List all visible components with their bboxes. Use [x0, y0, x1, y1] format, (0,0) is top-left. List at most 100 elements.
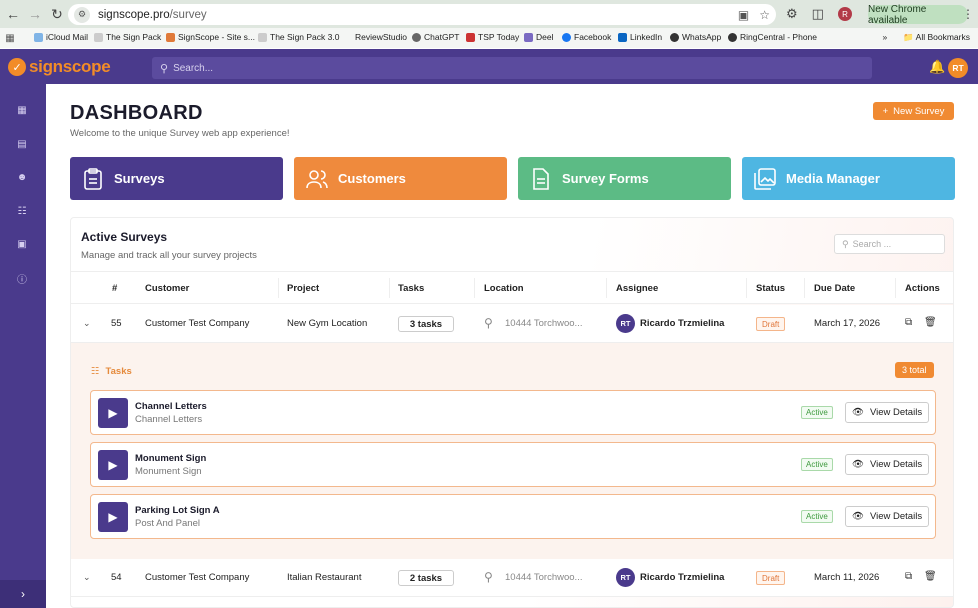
bookmark-item[interactable]: iCloud Mail — [34, 32, 88, 42]
play-icon[interactable]: ▶ — [98, 398, 128, 428]
bookmark-star-icon[interactable]: ☆ — [759, 8, 770, 22]
user-avatar[interactable]: RT — [948, 58, 968, 78]
survey-search-input[interactable]: ⚲ Search ... — [834, 234, 945, 254]
trash-icon[interactable]: 🗑 — [924, 317, 937, 328]
collapse-chevron-icon[interactable]: ⌄ — [83, 318, 91, 329]
bookmark-item[interactable]: The Sign Pack 3.0 — [258, 32, 339, 42]
clipboard-icon[interactable]: ▤ — [15, 137, 29, 151]
document-icon[interactable]: ☷ — [15, 204, 29, 218]
users-icon[interactable]: ☻ — [15, 170, 29, 184]
status-badge: Active — [801, 406, 833, 419]
dashboard-grid-icon[interactable]: ▦ — [15, 103, 29, 117]
row-due-date: March 17, 2026 — [814, 318, 881, 329]
tile-media-manager[interactable]: Media Manager — [742, 157, 955, 200]
linkedin-icon — [618, 32, 627, 42]
cloud-icon — [34, 32, 43, 42]
task-type: Channel Letters — [135, 414, 203, 425]
table-row[interactable]: ⌄ 55 Customer Test Company New Gym Locat… — [71, 305, 953, 343]
col-number[interactable]: # — [112, 283, 117, 294]
col-location[interactable]: Location — [484, 283, 524, 294]
ringcentral-icon — [728, 32, 737, 42]
expand-sidebar-chevron-icon[interactable]: › — [0, 580, 46, 608]
bookmark-item[interactable]: SignScope - Site s... — [166, 32, 255, 42]
more-bookmarks-icon[interactable]: » — [882, 32, 887, 43]
view-details-button[interactable]: 👁 View Details — [845, 454, 929, 475]
app-logo[interactable]: ✓ signscope — [8, 57, 111, 77]
col-tasks[interactable]: Tasks — [398, 283, 424, 294]
row-id: 54 — [111, 572, 122, 583]
eye-icon: 👁 — [851, 407, 864, 418]
tile-surveys[interactable]: Surveys — [70, 157, 283, 200]
task-card[interactable]: ▶ Monument Sign Monument Sign Active 👁 V… — [90, 442, 936, 487]
bookmark-item[interactable]: ReviewStudio — [355, 32, 407, 42]
active-surveys-card: Active Surveys Manage and track all your… — [70, 217, 954, 608]
table-row[interactable]: ⌄ 54 Customer Test Company Italian Resta… — [71, 559, 953, 597]
row-location: 10444 Torchwoo... — [505, 572, 583, 583]
status-badge: Active — [801, 458, 833, 471]
tasks-total-badge: 3 total — [895, 362, 934, 378]
search-icon: ⚲ — [842, 238, 849, 249]
gallery-icon[interactable]: ▣ — [15, 237, 29, 251]
task-card[interactable]: ▶ Channel Letters Channel Letters Active… — [90, 390, 936, 435]
new-chrome-button[interactable]: New Chrome available — [868, 4, 968, 26]
global-search-input[interactable]: ⚲ Search... — [152, 57, 872, 79]
eye-icon: 👁 — [851, 511, 864, 522]
bookmark-item[interactable]: WhatsApp — [670, 32, 721, 42]
document-icon: ☷ — [91, 366, 100, 377]
bookmark-item[interactable]: Deel — [524, 32, 553, 42]
all-bookmarks[interactable]: 📁 All Bookmarks — [903, 32, 970, 43]
col-status[interactable]: Status — [756, 283, 785, 294]
row-assignee: Ricardo Trzmielina — [640, 318, 725, 329]
bookmark-item[interactable]: Facebook — [562, 32, 611, 42]
search-icon: ⚲ — [160, 62, 169, 75]
side-panel-icon[interactable]: ◫ — [812, 6, 824, 22]
site-info-icon[interactable]: ⚙ — [74, 6, 90, 23]
expand-chevron-icon[interactable]: ⌄ — [83, 572, 91, 583]
document-icon — [530, 167, 552, 190]
bookmark-item[interactable]: The Sign Pack — [94, 32, 161, 42]
col-assignee[interactable]: Assignee — [616, 283, 658, 294]
row-due-date: March 11, 2026 — [814, 572, 880, 583]
tasks-count-badge[interactable]: 3 tasks — [398, 316, 454, 332]
new-survey-button[interactable]: + New Survey — [873, 102, 954, 120]
status-badge: Draft — [756, 571, 786, 585]
play-icon[interactable]: ▶ — [98, 502, 128, 532]
notifications-bell-icon[interactable]: 🔔 — [929, 59, 945, 75]
view-details-button[interactable]: 👁 View Details — [845, 402, 929, 423]
card-title: Active Surveys — [81, 230, 168, 244]
address-bar[interactable]: ⚙ signscope.pro/survey ▣ ☆ — [68, 4, 776, 25]
expanded-tasks-panel: ☷ Tasks 3 total ▶ Channel Letters Channe… — [71, 343, 953, 559]
extensions-icon[interactable]: ⚙ — [786, 6, 798, 22]
tile-survey-forms[interactable]: Survey Forms — [518, 157, 731, 200]
copy-icon[interactable]: ⧉ — [905, 317, 912, 328]
profile-avatar[interactable]: R — [837, 7, 852, 21]
col-project[interactable]: Project — [287, 283, 319, 294]
images-icon — [754, 167, 776, 190]
page-subtitle: Welcome to the unique Survey web app exp… — [70, 128, 290, 139]
row-project: New Gym Location — [287, 318, 368, 329]
trash-icon[interactable]: 🗑 — [924, 571, 937, 582]
bookmark-item[interactable]: RingCentral - Phone — [728, 32, 817, 42]
col-due-date[interactable]: Due Date — [814, 283, 855, 294]
clipboard-icon — [82, 167, 104, 190]
copy-icon[interactable]: ⧉ — [905, 571, 912, 582]
help-icon[interactable]: ⓘ — [15, 271, 29, 286]
tasks-count-badge[interactable]: 2 tasks — [398, 570, 454, 586]
sidebar: ▦ ▤ ☻ ☷ ▣ ⓘ › — [0, 84, 46, 608]
bookmark-item[interactable]: ChatGPT — [412, 32, 459, 42]
col-customer[interactable]: Customer — [145, 283, 189, 294]
tsp-icon — [466, 32, 475, 42]
forward-icon[interactable]: → — [24, 3, 46, 25]
signscope-icon — [166, 32, 175, 42]
tile-customers[interactable]: Customers — [294, 157, 507, 200]
apps-grid-icon[interactable]: ▦ — [0, 33, 20, 44]
cast-icon[interactable]: ▣ — [738, 8, 749, 22]
play-icon[interactable]: ▶ — [98, 450, 128, 480]
browser-menu-icon[interactable]: ⋮ — [962, 7, 974, 21]
back-icon[interactable]: ← — [2, 3, 24, 25]
view-details-button[interactable]: 👁 View Details — [845, 506, 929, 527]
bookmark-item[interactable]: TSP Today — [466, 32, 519, 42]
reload-icon[interactable]: ↻ — [46, 3, 68, 25]
bookmark-item[interactable]: LinkedIn — [618, 32, 662, 42]
task-card[interactable]: ▶ Parking Lot Sign A Post And Panel Acti… — [90, 494, 936, 539]
